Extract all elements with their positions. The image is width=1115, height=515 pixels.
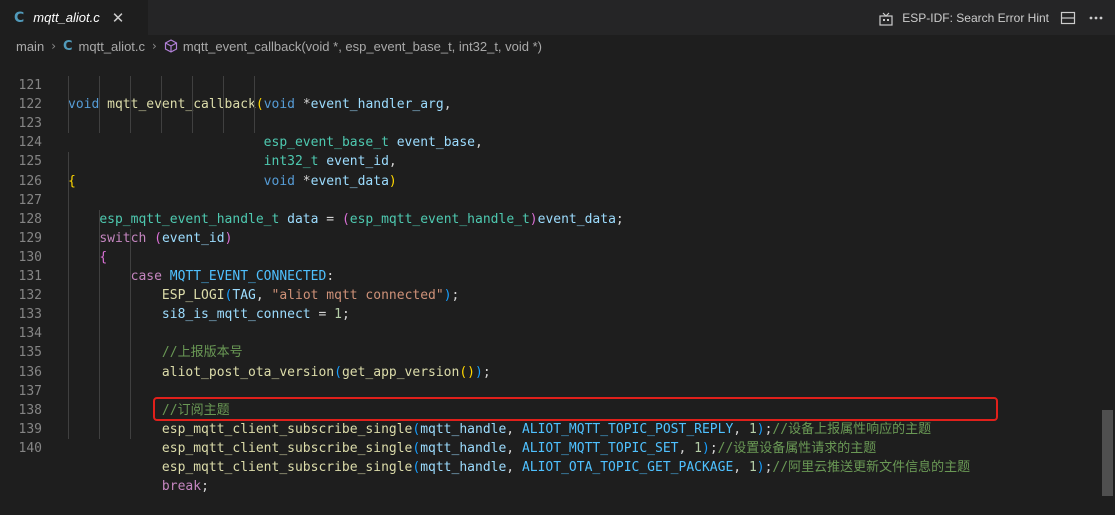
highlight-annotation-box xyxy=(153,397,998,421)
code-line: 140 break; xyxy=(0,419,1115,494)
code-line: 122 esp_event_base_t event_base, xyxy=(0,76,1115,150)
code-text: esp_mqtt_client_subscribe_single(mqtt_ha… xyxy=(161,459,971,475)
code-line: 132 xyxy=(0,267,1115,303)
code-line: 126 esp_mqtt_event_handle_t data = (esp_… xyxy=(0,152,1115,227)
code-text: break; xyxy=(161,479,209,495)
close-icon[interactable]: ✕ xyxy=(112,9,125,27)
search-error-hint-button[interactable]: ESP-IDF: Search Error Hint xyxy=(877,9,1049,27)
scrollbar-thumb[interactable] xyxy=(1102,410,1113,496)
chevron-right-icon: › xyxy=(152,39,157,53)
esp-idf-icon xyxy=(877,9,895,27)
tab-label: mqtt_aliot.c xyxy=(33,10,100,25)
tab-bar: C mqtt_aliot.c ✕ ESP-IDF: Search Error H… xyxy=(0,0,1115,35)
split-editor-icon[interactable] xyxy=(1059,9,1077,27)
code-line: 128 { xyxy=(0,190,1115,265)
breadcrumb-file[interactable]: mqtt_aliot.c xyxy=(79,39,145,54)
code-line: 130 ESP_LOGI(TAG, "aliot mqtt connected"… xyxy=(0,228,1115,303)
code-line: 136 //订阅主题 xyxy=(0,343,1115,418)
line-number: 140 xyxy=(18,440,42,456)
search-error-hint-label: ESP-IDF: Search Error Hint xyxy=(902,10,1049,25)
code-line: 131 si8_is_mqtt_connect = 1; xyxy=(0,247,1115,322)
vertical-scrollbar[interactable] xyxy=(1101,57,1115,496)
code-editor[interactable]: 121 void mqtt_event_callback(void *event… xyxy=(0,57,1115,494)
editor-actions: ESP-IDF: Search Error Hint xyxy=(877,0,1105,35)
code-line: 133 //上报版本号 xyxy=(0,286,1115,360)
breadcrumb: main › C mqtt_aliot.c › mqtt_event_callb… xyxy=(0,35,1115,57)
chevron-right-icon: › xyxy=(51,39,56,53)
tab-mqtt-aliot[interactable]: C mqtt_aliot.c ✕ xyxy=(0,0,148,35)
more-actions-icon[interactable] xyxy=(1087,9,1105,27)
c-language-icon: C xyxy=(14,9,25,26)
code-line: 121 void mqtt_event_callback(void *event… xyxy=(0,57,1115,112)
breadcrumb-folder[interactable]: main xyxy=(16,39,44,54)
code-line: 124 void *event_data) xyxy=(0,114,1115,189)
code-line: 125 { xyxy=(0,133,1115,188)
code-line: 123 int32_t event_id, xyxy=(0,95,1115,169)
code-text: esp_mqtt_client_subscribe_single(mqtt_ha… xyxy=(161,440,877,456)
code-line: 134 aliot_post_ota_version(get_app_versi… xyxy=(0,305,1115,380)
code-line: 127 switch (event_id) xyxy=(0,171,1115,246)
code-line: 137 esp_mqtt_client_subscribe_single(mqt… xyxy=(0,362,1115,437)
code-line: 135 xyxy=(0,324,1115,360)
c-language-icon: C xyxy=(63,38,73,54)
function-symbol-icon xyxy=(164,39,178,53)
code-line: 129 case MQTT_EVENT_CONNECTED: xyxy=(0,209,1115,284)
breadcrumb-symbol[interactable]: mqtt_event_callback(void *, esp_event_ba… xyxy=(183,39,542,54)
